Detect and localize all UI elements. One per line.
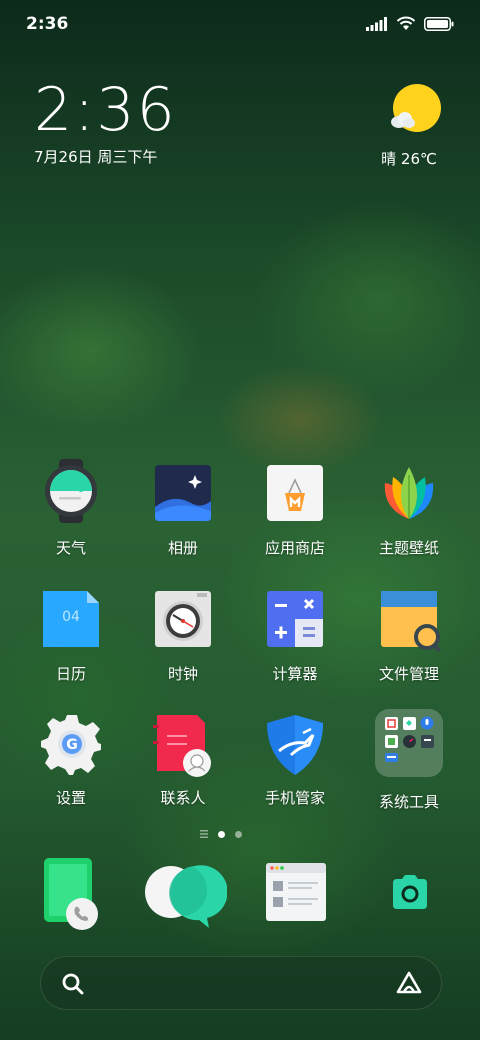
search-bar[interactable] bbox=[40, 956, 442, 1010]
app-clock[interactable]: 时钟 bbox=[128, 589, 238, 684]
sunny-cloud-icon bbox=[391, 84, 441, 132]
browser-window-icon bbox=[266, 863, 326, 921]
app-label: 相册 bbox=[167, 539, 198, 557]
dock-messages[interactable] bbox=[143, 858, 228, 938]
page-indicator[interactable] bbox=[200, 830, 242, 838]
weather-temperature: 26℃ bbox=[400, 150, 437, 168]
app-label: 应用商店 bbox=[264, 539, 325, 557]
calculator-icon bbox=[265, 589, 325, 649]
clock-icon bbox=[153, 589, 213, 649]
page-dot[interactable] bbox=[235, 830, 242, 838]
assistant-icon[interactable] bbox=[395, 970, 423, 996]
security-shield-icon bbox=[265, 713, 325, 775]
weather-text: 晴 26℃ bbox=[374, 148, 444, 169]
status-time: 2:36 bbox=[26, 14, 69, 34]
wifi-icon bbox=[396, 16, 416, 30]
app-calendar[interactable]: 04 日历 bbox=[16, 589, 126, 684]
app-label: 手机管家 bbox=[264, 789, 325, 807]
app-label: 时钟 bbox=[167, 665, 198, 683]
folder-icon bbox=[375, 709, 443, 777]
weather-widget[interactable]: 晴 26℃ bbox=[381, 82, 444, 169]
dock-phone[interactable] bbox=[30, 852, 110, 932]
app-label: 设置 bbox=[55, 789, 86, 807]
clock-time: 2:36 bbox=[34, 75, 177, 145]
app-label: 计算器 bbox=[272, 665, 318, 683]
app-label: 联系人 bbox=[160, 789, 206, 807]
file-manager-icon bbox=[379, 589, 442, 653]
svg-text:G: G bbox=[66, 737, 78, 753]
app-security[interactable]: 手机管家 bbox=[240, 713, 350, 808]
app-contacts[interactable]: 联系人 bbox=[128, 713, 238, 808]
app-file-manager[interactable]: 文件管理 bbox=[354, 589, 464, 684]
app-gallery[interactable]: 相册 bbox=[128, 463, 238, 558]
clock-date: 7月26日 周三下午 bbox=[34, 148, 158, 166]
app-calculator[interactable]: 计算器 bbox=[240, 589, 350, 684]
phone-icon bbox=[44, 858, 98, 930]
weather-condition: 晴 bbox=[381, 150, 397, 168]
status-bar: 2:36 bbox=[0, 0, 480, 50]
weather-watch-icon bbox=[41, 459, 101, 523]
app-folder-system-tools[interactable]: 系统工具 bbox=[354, 709, 464, 812]
page-dot-active[interactable] bbox=[218, 830, 225, 838]
signal-icon bbox=[366, 16, 387, 31]
app-label: 系统工具 bbox=[378, 793, 439, 811]
app-label: 天气 bbox=[55, 539, 86, 557]
app-label: 文件管理 bbox=[378, 665, 439, 683]
gear-icon: G bbox=[41, 713, 101, 775]
clock-widget[interactable]: 2:36 7月26日 周三下午 bbox=[34, 80, 177, 167]
app-label: 日历 bbox=[55, 665, 86, 683]
camera-icon bbox=[393, 875, 427, 909]
app-label: 主题壁纸 bbox=[378, 539, 439, 557]
battery-icon bbox=[424, 16, 454, 31]
app-store[interactable]: 应用商店 bbox=[240, 463, 350, 558]
calendar-date-text: 04 bbox=[62, 609, 80, 625]
dock-browser[interactable] bbox=[258, 857, 338, 937]
app-settings[interactable]: G 设置 bbox=[16, 713, 126, 808]
app-themes[interactable]: 主题壁纸 bbox=[354, 463, 464, 558]
message-bubbles-icon bbox=[145, 865, 228, 928]
calendar-icon: 04 bbox=[41, 589, 101, 649]
app-weather[interactable]: 天气 bbox=[16, 459, 126, 558]
dock-camera[interactable] bbox=[370, 853, 450, 933]
themes-leaf-icon bbox=[379, 463, 439, 523]
app-store-icon bbox=[265, 463, 325, 523]
menu-lines-icon bbox=[200, 830, 208, 838]
contacts-icon bbox=[153, 713, 213, 777]
status-icons bbox=[366, 16, 454, 31]
search-icon[interactable] bbox=[61, 972, 85, 996]
gallery-icon bbox=[153, 463, 213, 523]
